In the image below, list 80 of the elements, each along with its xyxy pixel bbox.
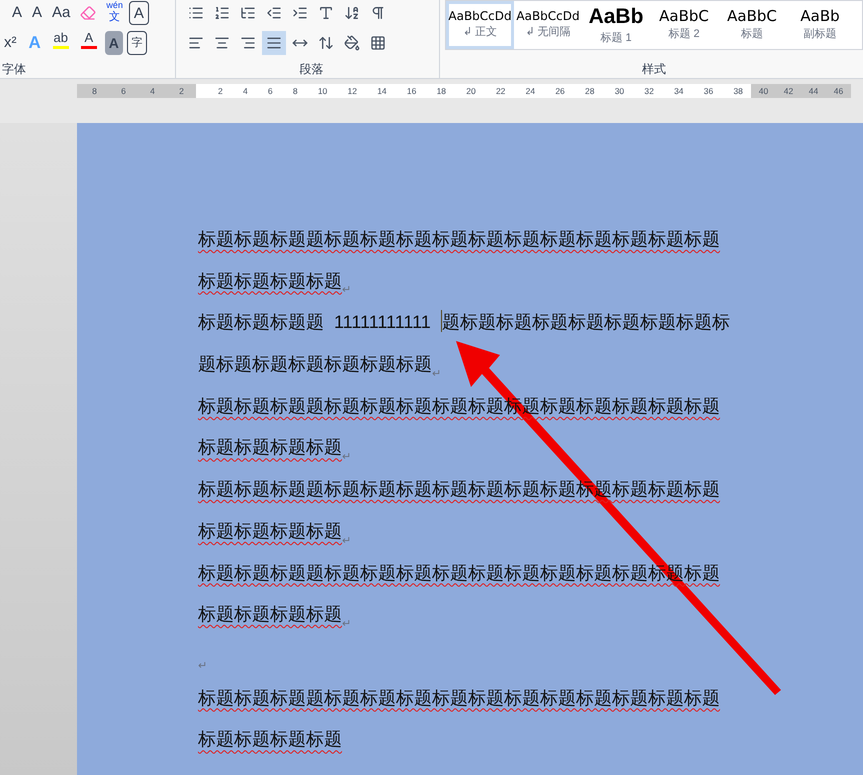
group-label: 段落 — [300, 61, 324, 78]
ruler-number: 32 — [644, 84, 654, 98]
ruler-number: 40 — [758, 84, 768, 98]
phonetic-guide-button[interactable]: wén 文 — [102, 1, 127, 25]
text-cursor — [440, 310, 442, 332]
paragraph-mark: ↵ — [342, 450, 351, 466]
spacing-icon — [318, 35, 334, 51]
ruler-number: 10 — [318, 84, 328, 98]
ruler-number: 8 — [292, 84, 298, 98]
right-icon — [240, 35, 256, 51]
document-text: 标题标题标题标题 — [198, 520, 342, 543]
ruler-number: 36 — [704, 84, 714, 98]
indent-icon — [292, 5, 308, 21]
outdent-icon — [266, 5, 282, 21]
bullets-icon — [188, 5, 204, 21]
document-text: 标题标题标题标题 — [198, 728, 342, 752]
sort-icon — [344, 5, 360, 21]
document-text: 题标题标题标题标题标题标题标题标 — [442, 311, 730, 334]
justify-button[interactable] — [262, 31, 286, 55]
ruler-number: 8 — [92, 84, 97, 98]
ruler-number: 38 — [733, 84, 743, 98]
multilevel-icon — [240, 5, 256, 21]
document-text: 标题标题标题标题 — [198, 270, 342, 293]
ruler-number: 42 — [784, 84, 794, 98]
paragraph-mark: ↵ — [198, 658, 207, 674]
font-tool-button[interactable]: x² — [0, 31, 20, 55]
font-tool-button[interactable]: A — [28, 1, 46, 25]
document-text: 题标题标题标题标题标题标题 — [198, 353, 432, 376]
paragraph-mark: ↵ — [342, 283, 351, 298]
ruler-number: 22 — [496, 84, 506, 98]
font-tool-button[interactable]: A — [8, 1, 26, 25]
group-label: 样式 — [642, 61, 666, 78]
style-item[interactable]: AaBb 标题 1 — [582, 1, 650, 49]
char-shading-button[interactable]: A — [104, 31, 123, 55]
ruler-number: 2 — [179, 84, 184, 98]
ruler-number: 2 — [218, 84, 223, 98]
ruler-number: 14 — [377, 84, 387, 98]
ruler-number: 4 — [150, 84, 155, 98]
ruler-number: 46 — [834, 84, 844, 98]
ruler-number: 26 — [555, 84, 565, 98]
ruler-number: 34 — [674, 84, 684, 98]
asian-icon — [318, 5, 334, 21]
font-color-button[interactable]: A — [76, 31, 101, 55]
ruler-number: 44 — [808, 84, 818, 98]
eraser-icon — [80, 5, 96, 21]
paragraph-mark: ↵ — [342, 534, 351, 548]
document-text: 标题标题标题题 11111111111 — [198, 311, 432, 334]
group-label: 字体 — [2, 61, 27, 78]
document-text: 标题标题标题题标题标题标题标题标题标题标题标题标题标题标题 — [198, 228, 720, 251]
ruler-number: 30 — [614, 84, 624, 98]
font-tool-button[interactable]: Aa — [48, 1, 74, 25]
shading-icon — [344, 35, 360, 51]
justify-icon — [266, 35, 282, 51]
document-text: 标题标题标题标题 — [198, 603, 342, 626]
marks-icon — [370, 5, 386, 21]
ruler-number: 18 — [436, 84, 446, 98]
enclose-char-button[interactable]: 字 — [126, 31, 147, 55]
numbering-icon — [214, 5, 230, 21]
ruler-number: 6 — [121, 84, 126, 98]
ruler-number: 20 — [466, 84, 476, 98]
document-text: 标题标题标题标题 — [198, 436, 342, 460]
ruler-number: 6 — [268, 84, 273, 98]
center-icon — [214, 35, 230, 51]
ruler-number: 28 — [585, 84, 594, 98]
ruler-number: 4 — [242, 84, 248, 98]
char-border-button[interactable]: A — [128, 1, 149, 25]
style-item[interactable]: AaBbCcDd ↲ 无间隔 — [514, 1, 582, 49]
left-icon — [188, 35, 204, 51]
ruler-number: 16 — [406, 84, 416, 98]
style-item[interactable]: AaBbCcDd ↲ 正文 — [446, 1, 514, 49]
borders-icon — [370, 35, 386, 51]
ruler-number: 24 — [526, 84, 536, 98]
style-item[interactable]: AaBb 副标题 — [786, 1, 854, 49]
document-text: 标题标题标题题标题标题标题标题标题标题标题标题标题标题标题 — [198, 686, 720, 710]
style-item[interactable]: AaBbC 标题 2 — [650, 1, 718, 49]
ruler-number: 12 — [348, 84, 357, 98]
paragraph-mark: ↵ — [342, 616, 351, 632]
style-item[interactable]: AaBbC 标题 — [718, 1, 786, 49]
highlight-button[interactable]: ab — [48, 31, 73, 55]
paragraph-mark: ↵ — [432, 366, 441, 382]
